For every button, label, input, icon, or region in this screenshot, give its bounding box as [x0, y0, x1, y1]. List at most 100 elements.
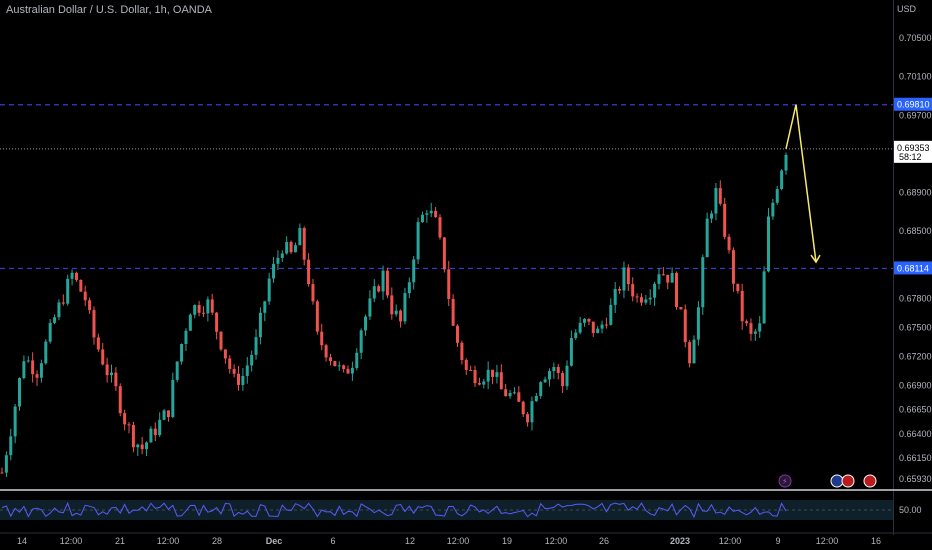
- resistance-price-badge-text: 0.69810: [897, 100, 930, 110]
- candle-body: [4, 455, 8, 473]
- candle-body: [105, 364, 109, 376]
- candle-body: [263, 301, 267, 313]
- candle-body: [613, 289, 617, 305]
- us-flag-icon[interactable]: [863, 474, 877, 488]
- candle-body: [364, 316, 368, 331]
- candle-body: [219, 331, 223, 350]
- candle-body: [223, 349, 227, 359]
- candle-body: [552, 367, 556, 372]
- candle-body: [96, 337, 100, 350]
- price-chart[interactable]: 0.705000.701000.697000.693000.689000.685…: [0, 0, 932, 550]
- price-tick-label: 0.66400: [899, 429, 932, 439]
- candle-body: [228, 358, 232, 369]
- candle-body: [101, 349, 105, 365]
- candle-body: [784, 154, 788, 171]
- candle-body: [442, 237, 446, 270]
- candle-body: [315, 301, 319, 332]
- price-tick-label: 0.66150: [899, 453, 932, 463]
- candle-body: [57, 302, 61, 318]
- candle-body: [377, 286, 381, 292]
- candle-body: [420, 214, 424, 223]
- candle-body: [569, 338, 573, 366]
- candle-body: [701, 257, 705, 308]
- candle-body: [13, 406, 17, 437]
- candle-body: [758, 323, 762, 332]
- time-tick-label: 12:00: [447, 536, 470, 546]
- candle-body: [460, 342, 464, 360]
- candle-body: [456, 325, 460, 343]
- candle-body: [153, 428, 157, 436]
- candle-body: [123, 413, 127, 425]
- candle-body: [604, 324, 608, 326]
- time-tick-label: 12:00: [157, 536, 180, 546]
- candle-body: [473, 369, 477, 384]
- candle-body: [22, 361, 26, 379]
- candle-body: [766, 216, 770, 272]
- candle-body: [158, 419, 162, 436]
- candle-body: [749, 323, 753, 334]
- time-tick-label: 21: [115, 536, 125, 546]
- candle-body: [547, 371, 551, 380]
- price-tick-label: 0.67500: [899, 323, 932, 333]
- candle-body: [447, 269, 451, 299]
- candle-body: [267, 278, 271, 302]
- candle-body: [504, 389, 508, 397]
- candle-body: [696, 307, 700, 340]
- candle-body: [653, 283, 657, 298]
- candle-body: [508, 393, 512, 397]
- candle-body: [631, 284, 635, 297]
- australia-flag-icon[interactable]: [830, 474, 844, 488]
- candle-body: [359, 330, 363, 353]
- candle-body: [622, 267, 626, 291]
- time-tick-label: 2023: [670, 536, 690, 546]
- candle-body: [197, 305, 201, 313]
- candle-body: [731, 250, 735, 284]
- candle-body: [425, 213, 429, 215]
- candle-body: [394, 310, 398, 315]
- projection-arrow[interactable]: [785, 104, 817, 263]
- candle-body: [88, 300, 92, 311]
- candle-body: [451, 298, 455, 326]
- candle-body: [692, 339, 696, 364]
- candle-body: [464, 359, 468, 370]
- candle-body: [521, 401, 525, 415]
- price-tick-label: 0.66650: [899, 405, 932, 415]
- candle-body: [530, 401, 534, 423]
- candle-body: [644, 299, 648, 303]
- lightning-icon-glyph: ⚡: [782, 477, 788, 486]
- candle-body: [53, 317, 57, 323]
- candle-body: [771, 202, 775, 217]
- candle-body: [180, 343, 184, 362]
- candle-body: [175, 361, 179, 380]
- candle-body: [18, 378, 22, 407]
- candle-body: [626, 267, 630, 285]
- time-tick-label: 12:00: [545, 536, 568, 546]
- candle-body: [618, 289, 622, 291]
- candle-body: [591, 321, 595, 334]
- candle-body: [232, 368, 236, 374]
- candle-body: [74, 272, 78, 281]
- countdown-text: 58:12: [899, 152, 922, 162]
- candle-body: [565, 365, 569, 387]
- candle-body: [385, 270, 389, 296]
- candle-body: [31, 360, 35, 375]
- candle-body: [44, 341, 48, 364]
- us-flag-icon[interactable]: [841, 474, 855, 488]
- candle-body: [184, 330, 188, 344]
- candle-body: [775, 189, 779, 203]
- candle-body: [92, 310, 96, 338]
- candle-body: [477, 383, 481, 385]
- candle-body: [705, 218, 709, 258]
- candle-body: [131, 424, 135, 448]
- candle-body: [307, 259, 311, 285]
- time-tick-label: 28: [212, 536, 222, 546]
- candle-body: [83, 291, 87, 301]
- candle-body: [753, 331, 757, 334]
- candle-body: [162, 410, 166, 420]
- candle-body: [298, 228, 302, 246]
- candle-body: [333, 360, 337, 367]
- candle-body: [526, 414, 530, 423]
- price-tick-label: 0.68500: [899, 226, 932, 236]
- candle-body: [285, 241, 289, 254]
- candle-body: [35, 374, 39, 378]
